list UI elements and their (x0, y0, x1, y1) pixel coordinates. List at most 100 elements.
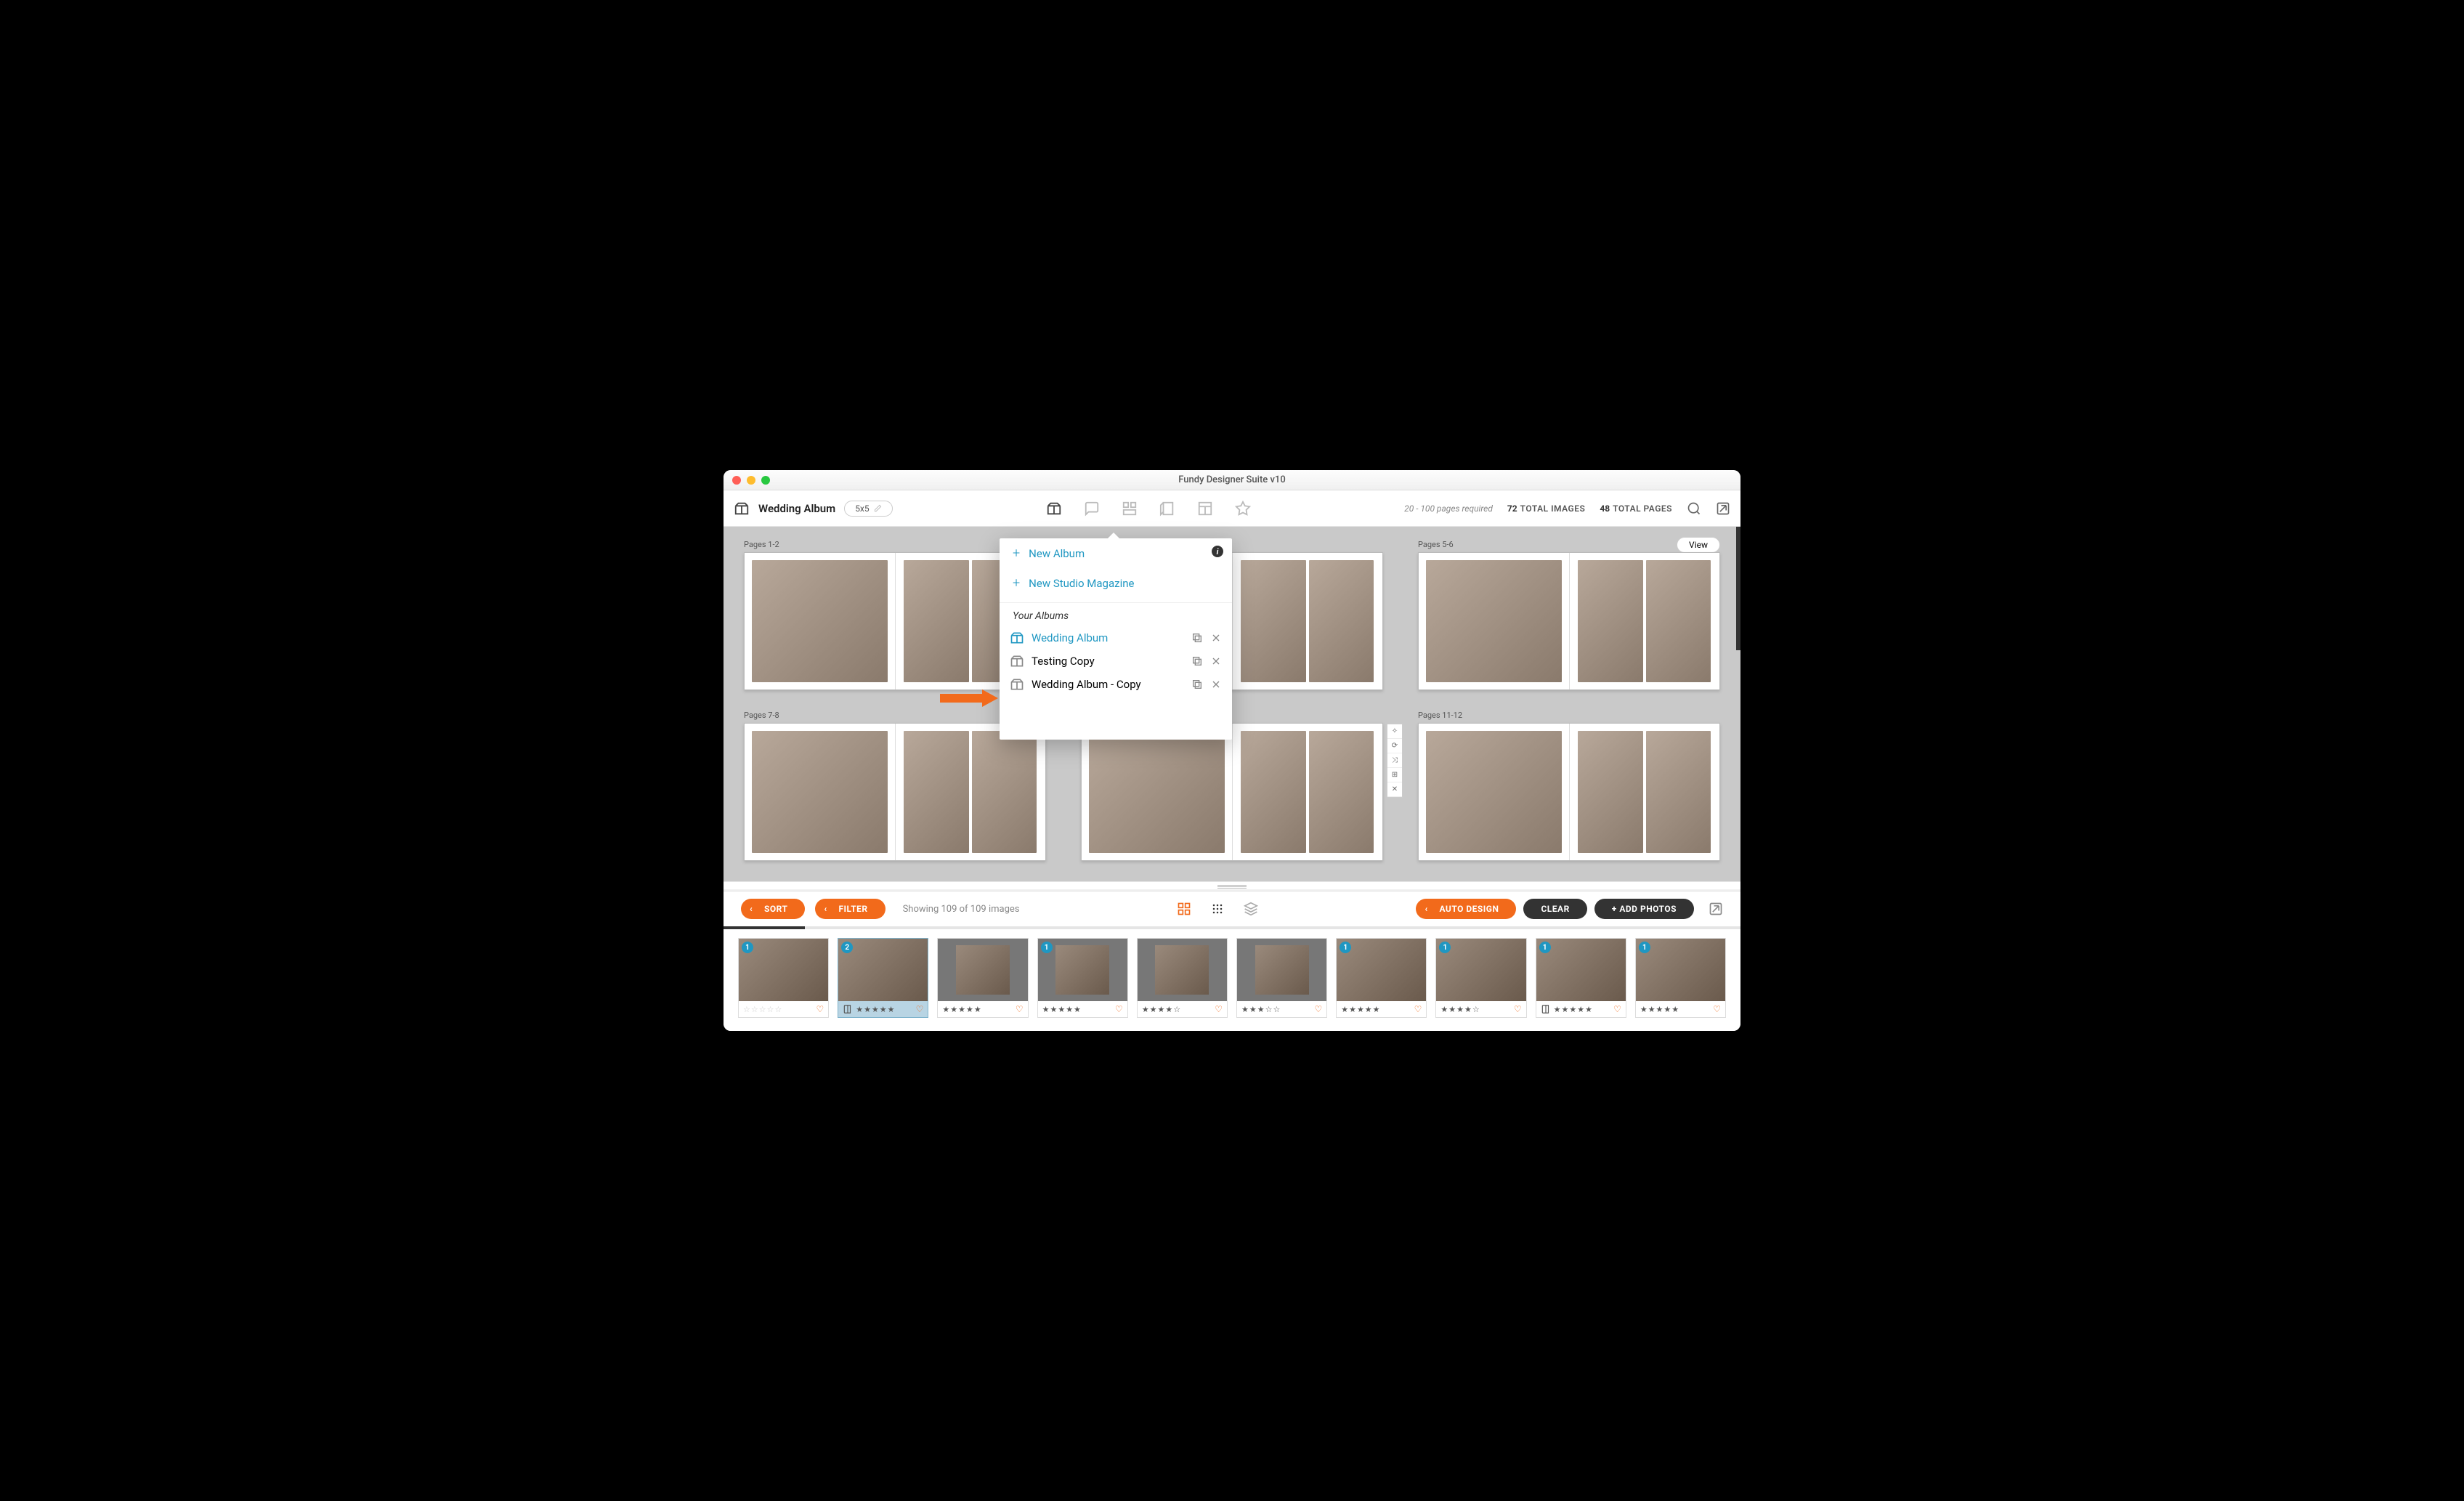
toolbar: Wedding Album 5x5 20 - 100 pages require… (724, 490, 1740, 527)
star-rating[interactable]: ★★★★☆ (1440, 1005, 1480, 1014)
spread-page[interactable]: ✧⟳⤨⊞✕ (1081, 723, 1383, 861)
export-icon[interactable] (1716, 501, 1730, 516)
auto-design-button[interactable]: ‹AUTO DESIGN (1416, 899, 1516, 919)
spread-tool-4[interactable]: ✕ (1387, 782, 1402, 797)
heart-icon[interactable]: ♡ (1016, 1004, 1024, 1014)
total-images-stat: 72TOTAL IMAGES (1507, 503, 1585, 514)
spread-tool-2[interactable]: ⤨ (1387, 753, 1402, 768)
thumbnail-meta: ★★★★☆ ♡ (1138, 1001, 1227, 1017)
album-icon (1010, 654, 1024, 668)
thumbnail[interactable]: 1☆☆☆☆☆♡ (738, 938, 829, 1018)
heart-icon[interactable]: ♡ (1613, 1004, 1621, 1014)
heart-icon[interactable]: ♡ (1314, 1004, 1322, 1014)
view-button[interactable]: View (1677, 537, 1720, 553)
thumbnail[interactable]: 1 ★★★★★ ♡ (1635, 938, 1726, 1018)
star-rating[interactable]: ★★★★★ (1042, 1005, 1082, 1014)
star-rating[interactable]: ★★★★☆ (1142, 1005, 1181, 1014)
thumbnail[interactable]: 1 ★★★★★ ♡ (1037, 938, 1128, 1018)
chat-icon[interactable] (1084, 501, 1100, 517)
layout-icon[interactable] (1197, 501, 1213, 517)
spread-tool-0[interactable]: ✧ (1387, 724, 1402, 739)
spread-page[interactable] (744, 723, 1046, 861)
spread-tool-3[interactable]: ⊞ (1387, 768, 1402, 782)
spread[interactable]: Pages 11-12 (1418, 711, 1720, 861)
pages-required-text: 20 - 100 pages required (1404, 503, 1493, 514)
thumbnail-meta: ★★★★★ ♡ (1636, 1001, 1725, 1017)
thumbnail[interactable]: 2★★★★★♡ (838, 938, 928, 1018)
design-canvas[interactable]: View Pages 1-2Pages 3-4Pages 5-6Pages 7-… (724, 527, 1740, 881)
thumbnail[interactable]: 1 ★★★★★ ♡ (1336, 938, 1427, 1018)
heart-icon[interactable]: ♡ (1215, 1004, 1223, 1014)
duplicate-icon[interactable] (1191, 632, 1203, 644)
usage-count-badge: 1 (1041, 942, 1053, 953)
thumbnail-strip[interactable]: 1☆☆☆☆☆♡2★★★★★♡★★★★★♡1★★★★★♡★★★★☆♡★★★☆☆♡1… (724, 929, 1740, 1031)
close-icon[interactable] (1210, 655, 1222, 667)
album-list-item[interactable]: Wedding Album - Copy (1000, 673, 1232, 696)
thumbnail-meta: ★★★★★ ♡ (838, 1001, 928, 1017)
sort-button[interactable]: ‹SORT (741, 899, 805, 919)
thumbnail[interactable]: ★★★★★ ♡ (937, 938, 1028, 1018)
heart-icon[interactable]: ♡ (1115, 1004, 1123, 1014)
heart-icon[interactable]: ♡ (1514, 1004, 1522, 1014)
new-album-button[interactable]: + New Album (1000, 538, 1232, 568)
share-icon[interactable] (1709, 902, 1723, 916)
window-title: Fundy Designer Suite v10 (724, 474, 1740, 485)
thumbnail-image: 1 (1436, 939, 1525, 1001)
thumbnail[interactable]: 1 ★★★★☆ ♡ (1435, 938, 1526, 1018)
spread-tool-1[interactable]: ⟳ (1387, 739, 1402, 753)
tray-scroll-indicator[interactable] (724, 926, 1740, 929)
album-size-chip[interactable]: 5x5 (844, 501, 892, 517)
usage-count-badge: 1 (1639, 942, 1650, 953)
close-icon[interactable] (1210, 632, 1222, 644)
album-list-item[interactable]: Testing Copy (1000, 650, 1232, 673)
thumbnail-meta: ★★★★★ ♡ (1038, 1001, 1127, 1017)
thumbnail-meta: ★★★★☆ ♡ (1436, 1001, 1525, 1017)
star-rating[interactable]: ☆☆☆☆☆ (743, 1005, 782, 1014)
filter-button[interactable]: ‹FILTER (815, 899, 885, 919)
new-studio-magazine-button[interactable]: + New Studio Magazine (1000, 568, 1232, 598)
book-icon (1541, 1004, 1551, 1014)
star-rating[interactable]: ★★★☆☆ (1241, 1005, 1281, 1014)
duplicate-icon[interactable] (1191, 679, 1203, 690)
add-photos-button[interactable]: + ADD PHOTOS (1594, 899, 1694, 919)
spread-page[interactable] (1418, 552, 1720, 690)
heart-icon[interactable]: ♡ (816, 1004, 824, 1014)
star-rating[interactable]: ★★★★★ (942, 1005, 981, 1014)
image-tray: ‹SORT ‹FILTER Showing 109 of 109 images … (724, 891, 1740, 1031)
heart-icon[interactable]: ♡ (1713, 1004, 1721, 1014)
star-rating[interactable]: ★★★★★ (1554, 1005, 1593, 1014)
duplicate-icon[interactable] (1191, 655, 1203, 667)
heart-icon[interactable]: ♡ (916, 1004, 924, 1014)
album-list-item[interactable]: Wedding Album (1000, 626, 1232, 650)
thumbnail[interactable]: ★★★☆☆ ♡ (1236, 938, 1327, 1018)
star-rating[interactable]: ★★★★★ (1341, 1005, 1380, 1014)
spread[interactable]: Pages 5-6 (1418, 540, 1720, 690)
cards-icon[interactable] (1159, 501, 1175, 517)
stack-view-icon[interactable] (1244, 902, 1258, 916)
clear-button[interactable]: CLEAR (1523, 899, 1586, 919)
heart-icon[interactable]: ♡ (1414, 1004, 1422, 1014)
close-icon[interactable] (1210, 679, 1222, 690)
tray-resize-grip[interactable] (724, 881, 1740, 889)
thumbnail-image: 1 (1636, 939, 1725, 1001)
thumbnail[interactable]: ★★★★☆ ♡ (1137, 938, 1228, 1018)
thumbnail-image: 1 (1536, 939, 1626, 1001)
dots-view-icon[interactable] (1210, 902, 1225, 916)
chevron-left-icon: ‹ (1424, 904, 1427, 914)
info-icon[interactable]: i (1212, 546, 1223, 557)
star-rating[interactable]: ★★★★★ (1640, 1005, 1679, 1014)
spread-page[interactable] (1418, 723, 1720, 861)
order-icon[interactable] (1235, 501, 1251, 517)
album-module-icon[interactable] (1046, 501, 1062, 517)
wall-art-icon[interactable] (1122, 501, 1138, 517)
book-icon (843, 1004, 853, 1014)
star-rating[interactable]: ★★★★★ (856, 1005, 895, 1014)
thumbnail[interactable]: 1 ★★★★★ ♡ (1536, 938, 1626, 1018)
scrollbar-track[interactable] (1736, 527, 1740, 650)
grid-view-icon[interactable] (1177, 902, 1191, 916)
thumbnail-meta: ★★★★★ ♡ (938, 1001, 1027, 1017)
search-icon[interactable] (1687, 501, 1701, 516)
thumbnail-image: 1 (1337, 939, 1426, 1001)
titlebar: Fundy Designer Suite v10 (724, 470, 1740, 490)
chevron-left-icon: ‹ (750, 904, 753, 914)
